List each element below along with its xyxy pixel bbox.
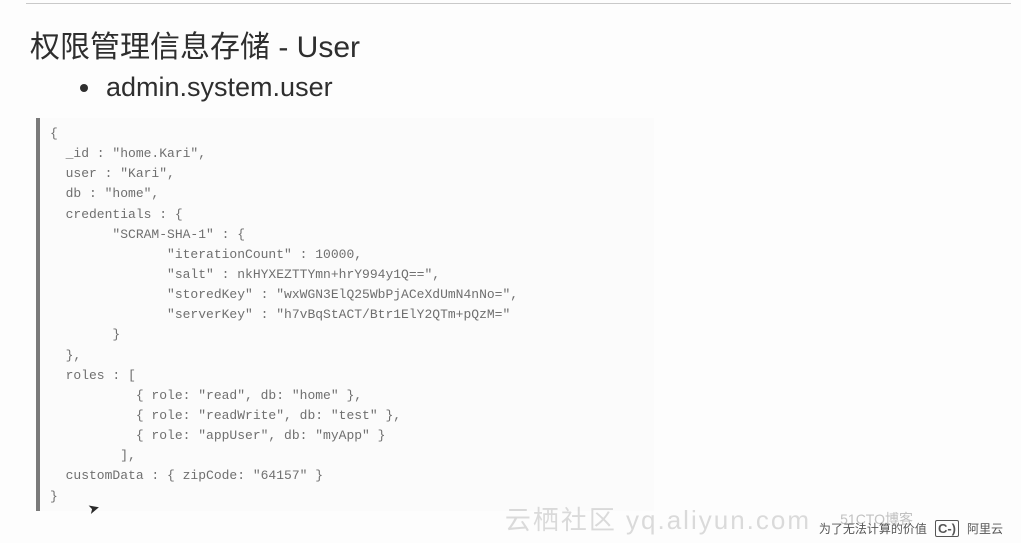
footer: 为了无法计算的价值 C-) 阿里云 <box>819 520 1003 537</box>
bullet-item: admin.system.user <box>80 72 333 103</box>
bullet-dot-icon <box>80 84 88 92</box>
top-divider <box>26 3 1011 4</box>
code-block: { _id : "home.Kari", user : "Kari", db :… <box>36 118 654 511</box>
bullet-text: admin.system.user <box>106 72 333 103</box>
footer-brand: 阿里云 <box>967 520 1003 537</box>
watermark-main: 云栖社区 yq.aliyun.com <box>505 500 811 537</box>
footer-slogan: 为了无法计算的价值 <box>819 520 927 537</box>
slide-title: 权限管理信息存储 - User <box>30 22 360 66</box>
brand-logo-icon: C-) <box>935 520 959 537</box>
code-content: { _id : "home.Kari", user : "Kari", db :… <box>50 124 654 507</box>
